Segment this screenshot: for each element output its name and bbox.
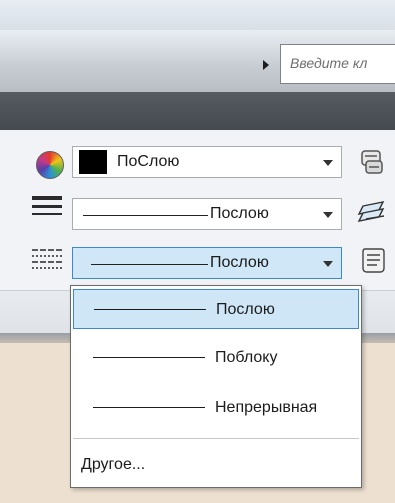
lineweight-icon [32,196,66,222]
search-input[interactable] [281,45,395,81]
linetype-option-label: Поблоку [215,349,278,366]
linetype-combo-value: Послою [210,254,269,271]
linetype-option-byblock[interactable]: Поблоку [73,338,359,378]
search-expand-arrow-icon[interactable] [263,60,269,70]
chevron-down-icon[interactable] [323,160,333,166]
lineweight-combo-value: Послою [210,205,269,222]
ribbon-tab-bar [0,92,395,130]
chevron-down-icon[interactable] [323,212,333,218]
color-combo-value: ПоСлою [117,153,180,170]
autocad-ribbon-window: ПоСлою Послою Послою [0,0,395,503]
list-icon[interactable] [357,246,389,276]
linetype-option-line [93,357,205,358]
color-wheel-icon [36,151,64,179]
linetype-option-continuous[interactable]: Непрерывная [73,388,359,428]
dropdown-separator [73,438,359,439]
top-band [0,0,395,30]
linetype-option-label: Послою [216,301,275,318]
chevron-down-icon[interactable] [323,261,333,267]
lineweight-combo[interactable]: Послою [72,198,342,230]
linetype-dropdown-list: Послою Поблоку Непрерывная Другое... [70,285,362,488]
linetype-option-line [93,407,205,408]
lineweight-preview-line [83,215,208,216]
linetype-option-label: Непрерывная [215,399,318,416]
linetype-option-bylayer[interactable]: Послою [73,289,359,329]
layer-properties-icon[interactable] [357,198,389,228]
search-box[interactable] [280,44,395,84]
color-swatch [79,150,107,174]
linetype-combo[interactable]: Послою [72,247,342,279]
linetype-preview-line [91,264,208,265]
match-properties-icon[interactable] [357,148,389,178]
linetype-other-option[interactable]: Другое... [81,456,145,474]
linetype-icon [32,249,66,275]
color-combo[interactable]: ПоСлою [72,146,342,178]
linetype-option-line [94,309,206,310]
